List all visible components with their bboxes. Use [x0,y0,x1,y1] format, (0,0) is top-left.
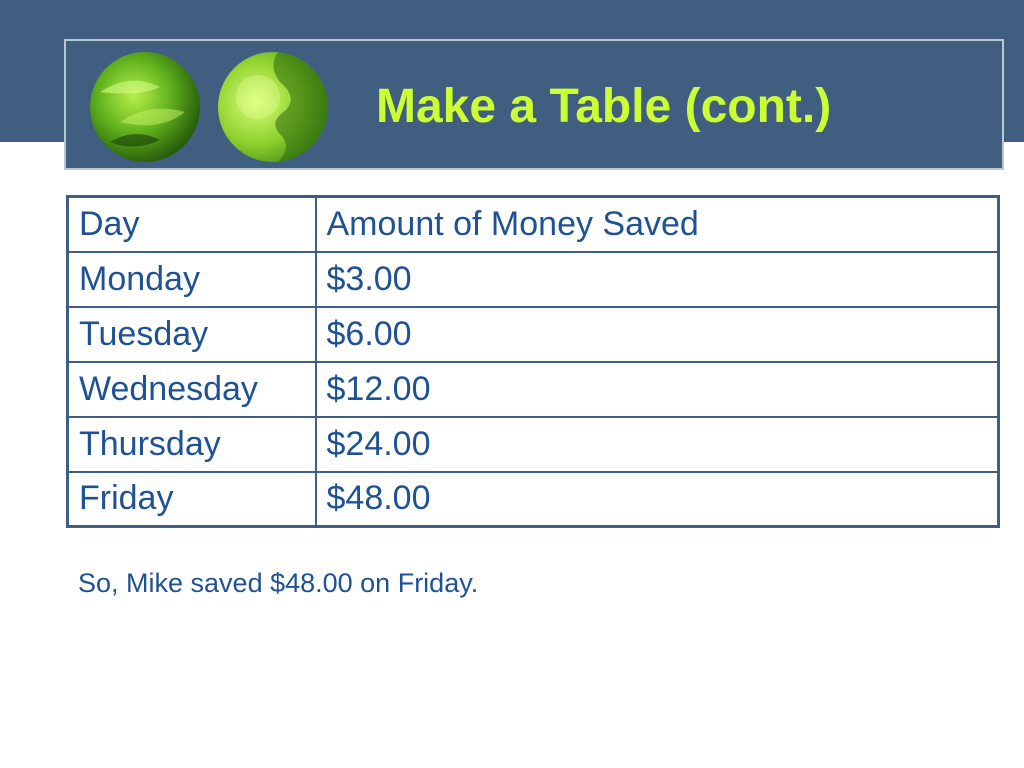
savings-table: Day Amount of Money Saved Monday $3.00 T… [66,195,1000,528]
table-cell-day: Tuesday [66,305,317,363]
conclusion-text: So, Mike saved $48.00 on Friday. [78,568,479,598]
table-cell-amount: $3.00 [314,250,1000,308]
slide-title: Make a Table (cont.) [376,80,832,133]
table-cell-amount: $24.00 [314,415,1000,473]
table-cell-amount: $12.00 [314,360,1000,418]
table-row: Wednesday $12.00 [66,360,1000,418]
table-header-row: Day Amount of Money Saved [66,195,1000,253]
table-cell-amount: $48.00 [314,470,1000,528]
table-cell-day: Friday [66,470,317,528]
green-leaf-image [90,52,200,162]
green-puzzle-image [218,52,328,162]
table-row: Friday $48.00 [66,470,1000,528]
table-cell-day: Wednesday [66,360,317,418]
table-cell-day: Monday [66,250,317,308]
table-row: Thursday $24.00 [66,415,1000,473]
table-header-cell: Day [66,195,317,253]
table-row: Tuesday $6.00 [66,305,1000,363]
table-cell-amount: $6.00 [314,305,1000,363]
table-cell-day: Thursday [66,415,317,473]
table-header-cell: Amount of Money Saved [314,195,1000,253]
table-row: Monday $3.00 [66,250,1000,308]
